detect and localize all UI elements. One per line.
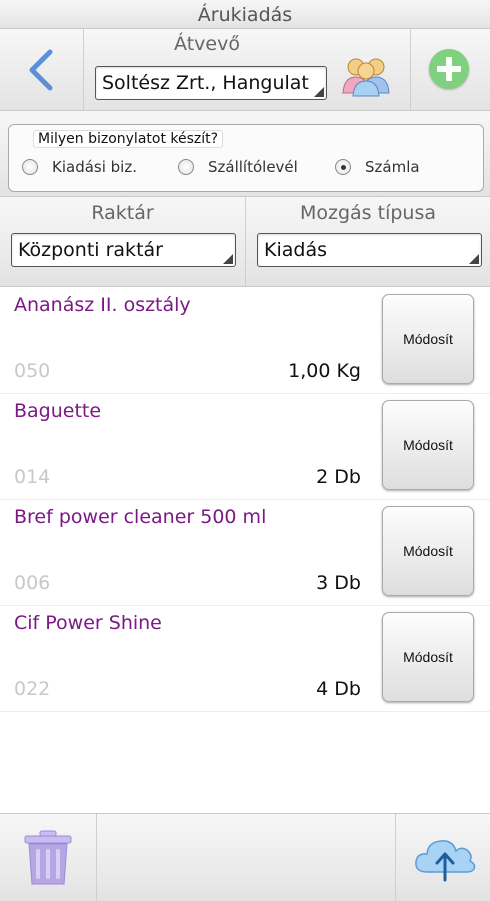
item-list: Ananász II. osztály 050 1,00 Kg Módosít …	[0, 288, 490, 712]
radio-unchecked-icon	[22, 159, 38, 175]
bottom-toolbar	[0, 813, 490, 901]
people-button[interactable]	[340, 53, 400, 103]
item-quantity: 3 Db	[316, 572, 361, 594]
delete-button[interactable]	[0, 814, 97, 901]
list-item: Ananász II. osztály 050 1,00 Kg Módosít	[0, 288, 490, 394]
item-name: Cif Power Shine	[14, 612, 162, 634]
add-icon	[429, 49, 469, 89]
app-title-bar: Árukiadás	[0, 0, 490, 29]
movement-section: Mozgás típusa Kiadás	[246, 197, 490, 286]
item-quantity: 1,00 Kg	[288, 360, 361, 382]
movement-label: Mozgás típusa	[299, 202, 436, 224]
radio-checked-icon	[335, 159, 351, 175]
warehouse-movement-row: Raktár Központi raktár Mozgás típusa Kia…	[0, 197, 490, 287]
list-item: Cif Power Shine 022 4 Db Módosít	[0, 606, 490, 712]
recipient-select[interactable]: Soltész Zrt., Hangulat	[95, 66, 327, 100]
recipient-label: Átvevő	[174, 33, 240, 55]
item-name: Ananász II. osztály	[14, 294, 191, 316]
warehouse-select[interactable]: Központi raktár	[11, 233, 236, 267]
warehouse-section: Raktár Központi raktár	[0, 197, 246, 286]
app-title: Árukiadás	[197, 4, 293, 26]
dropdown-arrow-icon	[469, 254, 479, 264]
radio-label: Szállítólevél	[208, 158, 298, 176]
header-row: Átvevő Soltész Zrt., Hangulat	[0, 29, 490, 111]
list-item: Bref power cleaner 500 ml 006 3 Db Módos…	[0, 500, 490, 606]
item-code: 006	[14, 572, 51, 594]
item-name: Baguette	[14, 400, 102, 422]
back-button[interactable]	[0, 29, 84, 110]
dropdown-arrow-icon	[314, 87, 324, 97]
item-code: 022	[14, 678, 51, 700]
back-arrow-icon	[29, 49, 53, 91]
movement-value: Kiadás	[264, 239, 327, 261]
document-type-question: Milyen bizonylatot készít?	[33, 130, 224, 148]
radio-unchecked-icon	[178, 159, 194, 175]
item-code: 050	[14, 360, 51, 382]
list-item: Baguette 014 2 Db Módosít	[0, 394, 490, 500]
recipient-value: Soltész Zrt., Hangulat	[102, 72, 309, 94]
cloud-upload-icon	[415, 840, 476, 882]
warehouse-value: Központi raktár	[18, 239, 163, 261]
modify-button[interactable]: Módosít	[382, 612, 474, 702]
warehouse-label: Raktár	[91, 202, 154, 224]
upload-button[interactable]	[395, 814, 490, 901]
dropdown-arrow-icon	[223, 254, 233, 264]
modify-button[interactable]: Módosít	[382, 400, 474, 490]
item-quantity: 4 Db	[316, 678, 361, 700]
document-type-row: Milyen bizonylatot készít? Kiadási biz. …	[0, 111, 490, 197]
modify-button[interactable]: Módosít	[382, 506, 474, 596]
add-button[interactable]	[410, 29, 490, 110]
radio-label: Számla	[365, 158, 420, 176]
item-name: Bref power cleaner 500 ml	[14, 506, 267, 528]
people-icon	[342, 58, 390, 97]
item-quantity: 2 Db	[316, 466, 361, 488]
movement-select[interactable]: Kiadás	[257, 233, 482, 267]
radio-label: Kiadási biz.	[52, 158, 137, 176]
trash-icon	[24, 830, 72, 885]
item-code: 014	[14, 466, 51, 488]
modify-button[interactable]: Módosít	[382, 294, 474, 384]
